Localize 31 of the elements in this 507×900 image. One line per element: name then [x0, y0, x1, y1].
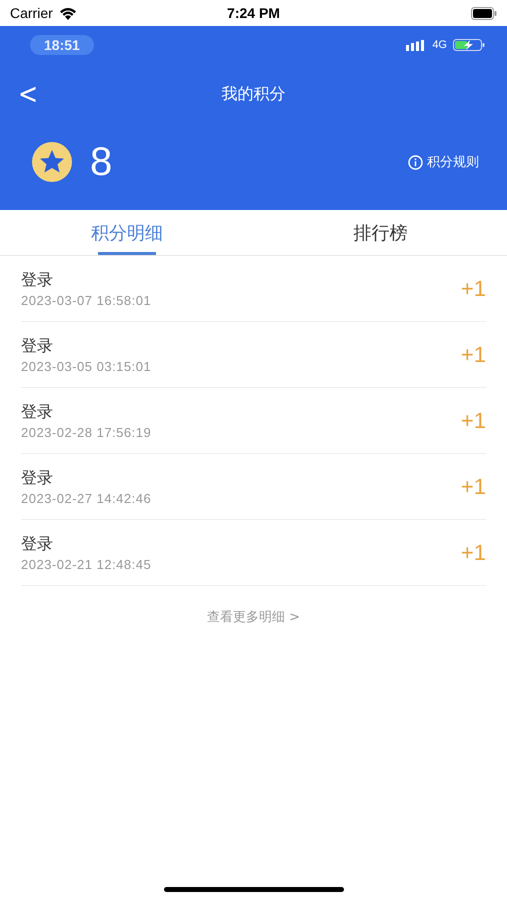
points-change: +1: [460, 540, 486, 566]
record-title: 登录: [21, 336, 54, 356]
record-time: 2023-02-28 17:56:19: [21, 424, 152, 440]
tab[interactable]: 积分明细: [0, 210, 254, 255]
tab[interactable]: 排行榜: [254, 210, 507, 255]
record-title: 登录: [21, 402, 54, 422]
clock-time: 7:24 PM: [227, 5, 280, 21]
record-time: 2023-02-21 12:48:45: [21, 556, 152, 572]
record-title: 登录: [21, 468, 54, 488]
record-time: 2023-03-07 16:58:01: [21, 292, 152, 308]
points-change: +1: [460, 408, 486, 434]
points-change: +1: [460, 342, 486, 368]
carrier-name: Carrier: [10, 5, 53, 21]
record-time: 2023-02-27 14:42:46: [21, 490, 152, 506]
record-title: 登录: [21, 270, 54, 290]
battery-icon: [471, 6, 497, 20]
time-pill: 18:51: [30, 35, 94, 55]
record-time: 2023-03-05 03:15:01: [21, 358, 152, 374]
signal-icon: [406, 40, 426, 50]
back-button[interactable]: <: [0, 77, 38, 111]
network-type: 4G: [432, 39, 447, 51]
page-title: 我的积分: [222, 84, 286, 104]
more-link[interactable]: 查看更多明细 >: [206, 610, 300, 625]
info-icon: [408, 154, 423, 170]
points-value: 8: [90, 140, 112, 184]
points-change: +1: [460, 276, 486, 302]
record-title: 登录: [21, 534, 54, 554]
rules-link[interactable]: 积分规则: [408, 153, 479, 171]
charging-battery-icon: [453, 39, 485, 51]
wifi-icon: [58, 6, 77, 20]
points-change: +1: [460, 474, 486, 500]
